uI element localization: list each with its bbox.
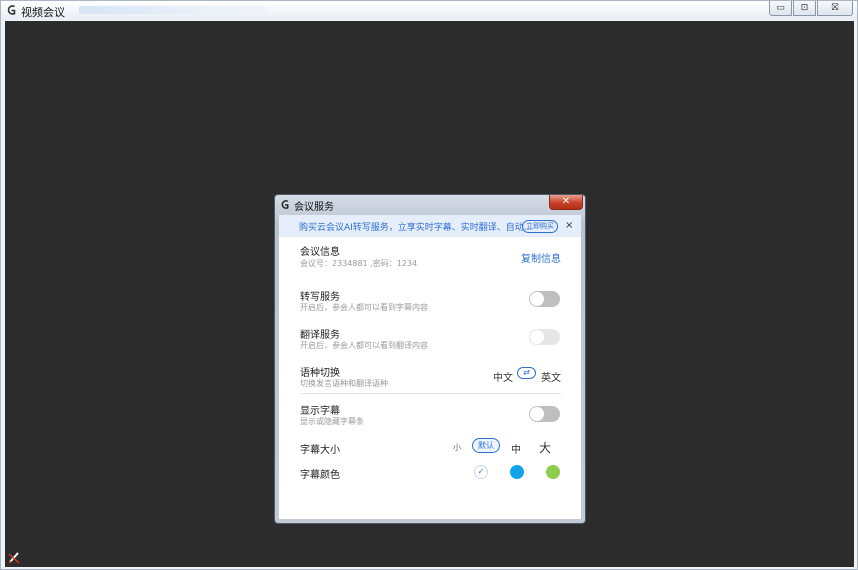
size-small-option[interactable]: 小 <box>453 442 461 453</box>
app-logo-icon <box>7 5 16 15</box>
size-medium-option[interactable]: 中 <box>511 441 521 456</box>
size-large-option[interactable]: 大 <box>539 439 551 456</box>
promo-banner: 购买云会议AI转写服务，立享实时字幕、实时翻译、自动... 立即购买 × <box>279 215 581 237</box>
transcription-title: 转写服务 <box>300 292 340 303</box>
color-green-option[interactable] <box>546 465 560 479</box>
pen-disabled-icon[interactable] <box>7 550 21 564</box>
source-language[interactable]: 中文 <box>493 369 513 384</box>
copy-info-link[interactable]: 复制信息 <box>521 250 561 265</box>
meeting-info-detail: 会议号：2334881 ,密码：1234 <box>300 259 418 268</box>
transcription-description: 开启后，参会人都可以看到字幕内容 <box>300 303 428 312</box>
window-title: 视频会议 <box>21 6 65 19</box>
blurred-tab <box>79 6 269 14</box>
transcription-toggle[interactable] <box>529 291 560 307</box>
main-window: 视频会议 ▭ ⊡ ⛝ 会议服务 ✕ 购买云会议AI转写服务，立享实时字幕、实时翻… <box>0 0 858 570</box>
language-switch-description: 切换发言语种和翻译语种 <box>300 379 388 388</box>
meeting-service-dialog: 会议服务 ✕ 购买云会议AI转写服务，立享实时字幕、实时翻译、自动... 立即购… <box>274 194 586 524</box>
promo-banner-text: 购买云会议AI转写服务，立享实时字幕、实时翻译、自动... <box>299 223 533 233</box>
dialog-close-button[interactable]: ✕ <box>549 195 583 210</box>
swap-language-icon[interactable]: ⇄ <box>517 367 536 379</box>
app-logo-icon <box>281 200 289 209</box>
title-bar[interactable]: 视频会议 ▭ ⊡ ⛝ <box>1 1 857 20</box>
close-button[interactable]: ⛝ <box>817 1 853 16</box>
dialog-body: 购买云会议AI转写服务，立享实时字幕、实时翻译、自动... 立即购买 × 会议信… <box>279 215 581 519</box>
target-language[interactable]: 英文 <box>541 369 561 384</box>
translation-title: 翻译服务 <box>300 330 340 341</box>
dialog-title: 会议服务 <box>294 202 334 213</box>
subtitle-color-title: 字幕颜色 <box>300 470 340 481</box>
subtitle-size-title: 字幕大小 <box>300 445 340 456</box>
show-subtitles-description: 显示或隐藏字幕条 <box>300 417 364 426</box>
color-blue-option[interactable] <box>510 465 524 479</box>
banner-close-icon[interactable]: × <box>565 220 573 231</box>
translation-toggle[interactable] <box>529 329 560 345</box>
divider <box>300 393 561 394</box>
buy-now-button[interactable]: 立即购买 <box>522 220 558 233</box>
size-default-option[interactable]: 默认 <box>472 438 500 453</box>
show-subtitles-toggle[interactable] <box>529 406 560 422</box>
color-white-option[interactable]: ✓ <box>474 465 488 479</box>
window-controls: ▭ ⊡ ⛝ <box>769 1 853 16</box>
maximize-button[interactable]: ⊡ <box>793 1 816 16</box>
meeting-info-title: 会议信息 <box>300 247 340 258</box>
translation-description: 开启后，参会人都可以看到翻译内容 <box>300 341 428 350</box>
language-switch-title: 语种切换 <box>300 368 340 379</box>
minimize-button[interactable]: ▭ <box>769 1 792 16</box>
show-subtitles-title: 显示字幕 <box>300 406 340 417</box>
